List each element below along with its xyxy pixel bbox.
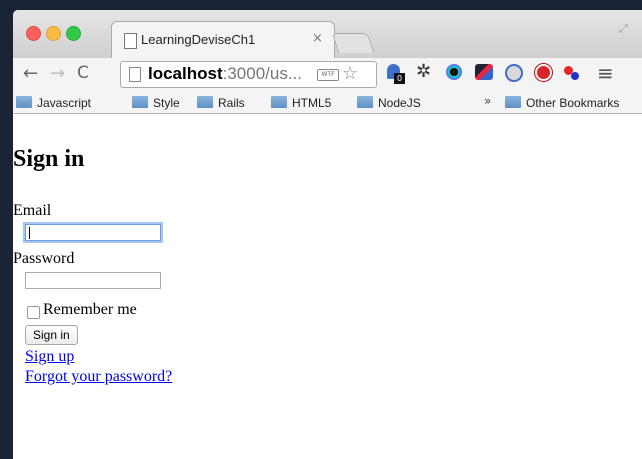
page-icon: [124, 33, 137, 49]
browser-toolbar: ← → C localhost:3000/us... WTF ☆ 0 ✲ ≡: [13, 58, 642, 91]
remember-me-checkbox[interactable]: [27, 306, 40, 319]
folder-icon: [271, 96, 287, 108]
bookmark-other[interactable]: Other Bookmarks: [505, 94, 619, 110]
sign-up-link[interactable]: Sign up: [25, 348, 74, 366]
tab-learningdevisech1[interactable]: LearningDeviseCh1 ×: [111, 21, 335, 59]
user-extension-icon[interactable]: [505, 64, 525, 84]
forward-button[interactable]: →: [50, 63, 65, 84]
tab-close-icon[interactable]: ×: [312, 31, 323, 46]
minimize-window-button[interactable]: [46, 26, 61, 41]
bookmark-rails[interactable]: Rails: [197, 94, 245, 110]
email-field[interactable]: [25, 224, 161, 241]
hat-extension-icon[interactable]: [475, 64, 495, 84]
page-title: Sign in: [13, 146, 85, 172]
fullscreen-icon[interactable]: ⤢: [619, 22, 628, 36]
page-content: Sign in Email Password Remember me Sign …: [13, 114, 642, 459]
bookmark-nodejs[interactable]: NodeJS: [357, 94, 421, 110]
tab-strip: LearningDeviseCh1 × ⤢: [13, 10, 642, 59]
more-bookmarks-chevron[interactable]: »: [484, 94, 491, 108]
menu-icon[interactable]: ≡: [597, 61, 614, 85]
dots-extension-icon[interactable]: [564, 64, 584, 84]
close-window-button[interactable]: [26, 26, 41, 41]
zoom-window-button[interactable]: [66, 26, 81, 41]
bookmark-star-icon[interactable]: ☆: [342, 63, 358, 84]
sign-in-button[interactable]: Sign in: [25, 325, 78, 345]
folder-icon: [132, 96, 148, 108]
folder-icon: [357, 96, 373, 108]
text-caret: [29, 227, 30, 239]
adblock-extension-icon[interactable]: [535, 64, 555, 84]
address-bar[interactable]: localhost:3000/us... WTF ☆: [120, 61, 377, 88]
bookmark-style[interactable]: Style: [132, 94, 180, 110]
password-field[interactable]: [25, 272, 161, 289]
bookmarks-bar: Javascript Style Rails HTML5 NodeJS » Ot…: [13, 91, 642, 114]
back-button[interactable]: ←: [23, 63, 38, 84]
tab-title: LearningDeviseCh1: [141, 32, 256, 47]
bookmark-javascript[interactable]: Javascript: [16, 94, 91, 110]
color-picker-extension-icon[interactable]: [446, 64, 466, 84]
remember-me-label: Remember me: [43, 301, 137, 318]
folder-icon: [16, 96, 32, 108]
forgot-password-link[interactable]: Forgot your password?: [25, 368, 172, 386]
browser-window: LearningDeviseCh1 × ⤢ ← → C localhost:30…: [13, 10, 642, 459]
url-text[interactable]: localhost:3000/us...: [148, 64, 302, 84]
folder-icon: [505, 96, 521, 108]
password-label: Password: [13, 250, 75, 267]
email-label: Email: [13, 202, 52, 219]
folder-icon: [197, 96, 213, 108]
wtf-extension-icon[interactable]: WTF: [317, 69, 339, 81]
page-icon: [129, 67, 141, 82]
gear-extension-icon[interactable]: ✲: [416, 61, 436, 82]
reload-button[interactable]: C: [77, 63, 89, 83]
bookmark-html5[interactable]: HTML5: [271, 94, 331, 110]
ghostery-extension-icon[interactable]: 0: [385, 64, 405, 84]
new-tab-button[interactable]: [331, 33, 375, 53]
ghost-badge: 0: [394, 73, 405, 84]
